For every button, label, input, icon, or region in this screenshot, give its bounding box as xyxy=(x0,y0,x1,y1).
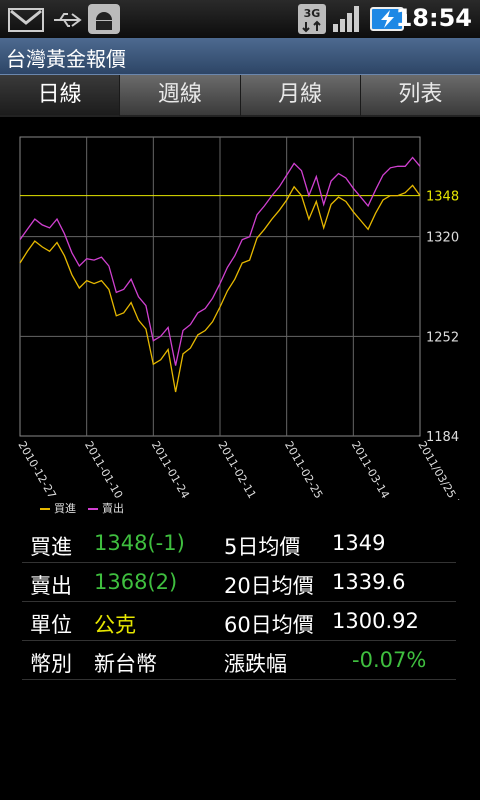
price-chart: 1184 1252 1320 1348 2010-12-27 2011-01-10 2011… xyxy=(15,136,476,500)
info-row-unit: 單位 公克 60日均價 1300.92 xyxy=(22,602,456,641)
y-tick-label: 1184 xyxy=(426,430,459,445)
info-label: 買進 xyxy=(30,535,72,559)
clock: 18:54 xyxy=(395,4,472,32)
app-title: 台灣黃金報價 xyxy=(6,47,126,71)
y-tick-label: 1252 xyxy=(426,330,459,345)
info-label: 賣出 xyxy=(30,574,72,598)
tab-list[interactable]: 列表 xyxy=(360,75,480,117)
info-value: 新台幣 xyxy=(94,652,157,676)
x-tick-label: 2011/03/25 19:28 xyxy=(415,439,476,500)
x-tick-label: 2011-03-14 xyxy=(349,439,392,500)
chart-legend: 買進 賣出 xyxy=(40,500,124,516)
legend-item-buy: 買進 xyxy=(40,500,76,516)
info-value2: -0.07% xyxy=(352,648,427,672)
android-debug-icon xyxy=(88,4,120,34)
3g-icon: 3G xyxy=(298,4,326,34)
y-tick-label: 1320 xyxy=(426,231,459,246)
info-row-currency: 幣別 新台幣 漲跌幅 -0.07% xyxy=(22,641,456,680)
info-value: 1368(2) xyxy=(94,570,178,594)
x-tick-label: 2010-12-27 xyxy=(15,439,58,500)
info-label2: 60日均價 xyxy=(224,613,314,637)
status-bar: 3G 18:54 xyxy=(0,0,480,38)
info-label2: 5日均價 xyxy=(224,535,301,559)
info-value2: 1300.92 xyxy=(332,609,419,633)
info-value2: 1349 xyxy=(332,531,386,555)
info-label2: 20日均價 xyxy=(224,574,314,598)
info-row-sell: 賣出 1368(2) 20日均價 1339.6 xyxy=(22,563,456,602)
reference-line-label: 1348 xyxy=(426,190,459,205)
info-value: 公克 xyxy=(94,613,136,637)
tab-monthly[interactable]: 月線 xyxy=(240,75,361,117)
info-value: 1348(-1) xyxy=(94,531,185,555)
gmail-icon xyxy=(8,8,44,32)
x-tick-label: 2011-01-10 xyxy=(82,439,125,500)
price-info-table: 買進 1348(-1) 5日均價 1349 賣出 1368(2) 20日均價 1… xyxy=(22,524,456,680)
tab-bar: 日線 週線 月線 列表 xyxy=(0,75,480,117)
svg-text:3G: 3G xyxy=(304,7,321,20)
legend-item-sell: 賣出 xyxy=(88,500,124,516)
x-tick-label: 2011-02-25 xyxy=(282,439,325,500)
info-label: 單位 xyxy=(30,613,72,637)
usb-icon xyxy=(54,13,82,27)
title-bar: 台灣黃金報價 xyxy=(0,38,480,75)
x-tick-label: 2011-01-24 xyxy=(149,439,192,500)
tab-weekly[interactable]: 週線 xyxy=(120,75,241,117)
info-value2: 1339.6 xyxy=(332,570,406,594)
info-label: 幣別 xyxy=(30,652,72,676)
tab-daily[interactable]: 日線 xyxy=(0,75,121,117)
info-row-buy: 買進 1348(-1) 5日均價 1349 xyxy=(22,524,456,563)
x-tick-label: 2011-02-11 xyxy=(215,439,258,500)
info-label2: 漲跌幅 xyxy=(224,652,287,676)
signal-icon xyxy=(333,6,359,32)
